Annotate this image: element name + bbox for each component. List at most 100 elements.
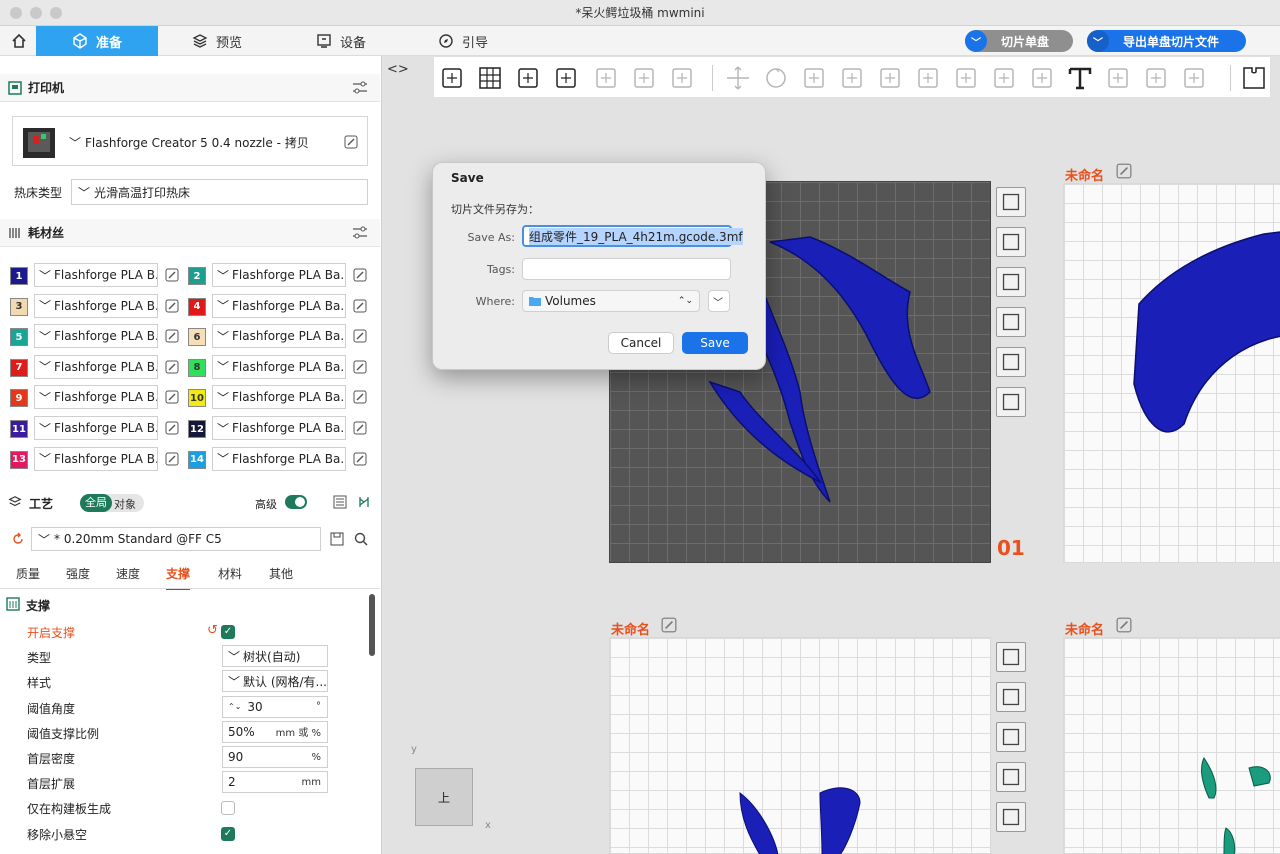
support-paint-icon[interactable] bbox=[952, 64, 980, 92]
tune-icon[interactable] bbox=[352, 226, 368, 240]
puzzle-icon[interactable] bbox=[1240, 64, 1268, 92]
filament-color-badge[interactable]: 10 bbox=[188, 389, 206, 408]
printer-select[interactable]: ﹀ Flashforge Creator 5 0.4 nozzle - 拷贝 bbox=[63, 129, 339, 155]
remove-plate-icon[interactable] bbox=[996, 642, 1026, 672]
seam-paint-icon[interactable] bbox=[990, 64, 1018, 92]
search-icon[interactable] bbox=[354, 532, 368, 546]
edit-icon[interactable] bbox=[165, 421, 179, 435]
zoom-window-button[interactable] bbox=[50, 7, 62, 19]
reset-icon[interactable] bbox=[11, 532, 25, 546]
filament-color-badge[interactable]: 6 bbox=[188, 328, 206, 347]
view-cube[interactable]: 上 bbox=[415, 768, 473, 826]
move-to-top-icon[interactable] bbox=[996, 387, 1026, 417]
auto-orient-icon[interactable] bbox=[514, 64, 542, 92]
reset-icon[interactable]: ↺ bbox=[207, 623, 218, 638]
tune-icon[interactable] bbox=[352, 81, 368, 95]
arrange-icon[interactable] bbox=[996, 722, 1026, 752]
lock-icon[interactable] bbox=[996, 762, 1026, 792]
color-paint-icon[interactable] bbox=[1028, 64, 1056, 92]
edit-icon[interactable] bbox=[165, 452, 179, 466]
boolean-icon[interactable] bbox=[914, 64, 942, 92]
filament-select[interactable]: ﹀ Flashforge PLA B... bbox=[34, 446, 158, 471]
edit-icon[interactable] bbox=[353, 421, 367, 435]
lock-icon[interactable] bbox=[996, 307, 1026, 337]
cut-icon[interactable] bbox=[876, 64, 904, 92]
lay-on-face-icon[interactable] bbox=[838, 64, 866, 92]
filament-select[interactable]: ﹀ Flashforge PLA B... bbox=[34, 416, 158, 440]
auto-orient-icon[interactable] bbox=[996, 682, 1026, 712]
edit-icon[interactable] bbox=[1116, 163, 1132, 179]
layer-list-icon[interactable] bbox=[668, 64, 696, 92]
view-cube-top[interactable]: 上 bbox=[438, 789, 450, 806]
edit-icon[interactable] bbox=[165, 329, 179, 343]
remove-plate-icon[interactable] bbox=[996, 187, 1026, 217]
filament-color-badge[interactable]: 13 bbox=[10, 450, 28, 469]
edit-icon[interactable] bbox=[353, 329, 367, 343]
tab-guide[interactable]: 引导 bbox=[438, 26, 488, 56]
filament-select[interactable]: ﹀ Flashforge PLA Ba... bbox=[212, 446, 346, 471]
filament-select[interactable]: ﹀ Flashforge PLA B... bbox=[34, 354, 158, 379]
tab-preview[interactable]: 预览 bbox=[192, 26, 242, 56]
split-parts-icon[interactable] bbox=[630, 64, 658, 92]
minimize-window-button[interactable] bbox=[30, 7, 42, 19]
window-controls[interactable] bbox=[10, 7, 62, 19]
filament-color-badge[interactable]: 1 bbox=[10, 267, 28, 285]
filament-select[interactable]: ﹀ Flashforge PLA B... bbox=[34, 293, 158, 318]
edit-icon[interactable] bbox=[165, 299, 179, 313]
filament-select[interactable]: ﹀ Flashforge PLA Ba... bbox=[212, 385, 346, 410]
collapse-panel-button[interactable]: <> bbox=[387, 60, 409, 80]
filament-select[interactable]: ﹀ Flashforge PLA Ba... bbox=[212, 293, 346, 318]
filament-color-badge[interactable]: 2 bbox=[188, 267, 206, 285]
plate-3[interactable] bbox=[609, 637, 991, 854]
plate-settings-icon[interactable] bbox=[996, 802, 1026, 832]
filament-select[interactable]: ﹀ Flashforge PLA B... bbox=[34, 324, 158, 349]
filament-select[interactable]: ﹀ Flashforge PLA Ba... bbox=[212, 416, 346, 440]
move-icon[interactable] bbox=[724, 64, 752, 92]
save-icon[interactable] bbox=[330, 532, 344, 546]
setting-input[interactable]: 50% mm 或 % bbox=[222, 720, 328, 743]
setting-checkbox[interactable]: ✓ bbox=[221, 625, 235, 639]
tab-strength[interactable]: 强度 bbox=[66, 565, 90, 582]
toggle-global[interactable]: 全局 bbox=[80, 494, 112, 512]
edit-icon[interactable] bbox=[165, 390, 179, 404]
filament-select[interactable]: ﹀ Flashforge PLA B... bbox=[34, 385, 158, 410]
plate-2[interactable] bbox=[1063, 183, 1280, 563]
bed-type-select[interactable]: ﹀ 光滑高温打印热床 bbox=[71, 179, 368, 205]
edit-icon[interactable] bbox=[353, 268, 367, 282]
advanced-switch[interactable] bbox=[285, 495, 307, 509]
save-as-field[interactable]: 组成零件_19_PLA_4h21m.gcode.3mf bbox=[522, 225, 743, 247]
chevron-down-icon[interactable]: ﹀ bbox=[965, 30, 987, 52]
edit-icon[interactable] bbox=[353, 299, 367, 313]
add-object-icon[interactable] bbox=[438, 64, 466, 92]
filament-color-badge[interactable]: 11 bbox=[10, 420, 28, 438]
slice-plate-button[interactable]: ﹀ 切片单盘 bbox=[965, 30, 1073, 52]
where-select[interactable]: Volumes ⌃⌄ bbox=[522, 290, 700, 312]
grid-arrange-icon[interactable] bbox=[476, 64, 504, 92]
filament-color-badge[interactable]: 8 bbox=[188, 358, 206, 377]
filament-select[interactable]: ﹀ Flashforge PLA Ba... bbox=[212, 354, 346, 379]
tab-prepare[interactable]: 准备 bbox=[36, 26, 158, 56]
filament-select[interactable]: ﹀ Flashforge PLA B... bbox=[34, 263, 158, 287]
filament-color-badge[interactable]: 14 bbox=[188, 450, 206, 469]
filament-select[interactable]: ﹀ Flashforge PLA Ba... bbox=[212, 324, 346, 349]
rotate-icon[interactable] bbox=[762, 64, 790, 92]
text-icon[interactable] bbox=[1066, 64, 1094, 92]
cancel-button[interactable]: Cancel bbox=[608, 332, 674, 354]
setting-input[interactable]: ⌃⌄ 30 ° bbox=[222, 695, 328, 718]
plate-4[interactable] bbox=[1063, 637, 1280, 854]
list-view-icon[interactable] bbox=[333, 495, 347, 509]
tags-field[interactable] bbox=[522, 258, 731, 280]
split-objects-icon[interactable] bbox=[592, 64, 620, 92]
emboss-icon[interactable] bbox=[1142, 64, 1170, 92]
edit-icon[interactable] bbox=[165, 360, 179, 374]
edit-icon[interactable] bbox=[344, 135, 358, 149]
edit-icon[interactable] bbox=[1116, 617, 1132, 633]
edit-icon[interactable] bbox=[353, 390, 367, 404]
scrollbar[interactable] bbox=[369, 594, 375, 656]
chevron-down-icon[interactable]: ﹀ bbox=[1087, 30, 1109, 52]
global-object-toggle[interactable]: 全局 对象 bbox=[80, 494, 144, 512]
filament-color-badge[interactable]: 7 bbox=[10, 358, 28, 377]
close-window-button[interactable] bbox=[10, 7, 22, 19]
setting-input[interactable]: 2 mm bbox=[222, 771, 328, 794]
save-button[interactable]: Save bbox=[682, 332, 748, 354]
